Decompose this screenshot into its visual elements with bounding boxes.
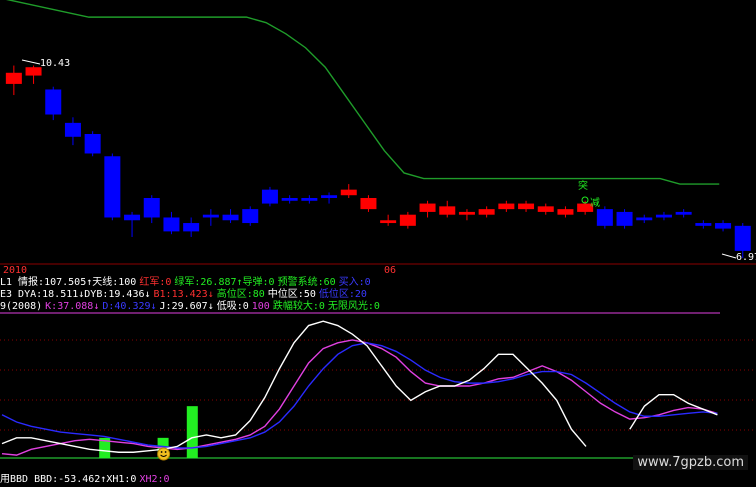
signal-annotation-top: 突 [578, 181, 588, 192]
candle-body [163, 217, 180, 232]
low-price-label: 6.97 [736, 252, 756, 263]
row1-item: 红军:0 [139, 277, 172, 288]
candle-body [675, 211, 692, 215]
date-axis-mid: 06 [384, 265, 397, 276]
low-pointer [721, 253, 737, 259]
candle-body [695, 223, 712, 226]
row1-item: 预警系统:60 [277, 277, 336, 288]
signal-bar [99, 437, 111, 458]
indicator-row-3: 9(2008) K:37.088↓ D:40.329↓ J:29.607↓ 低吸:0 10… [0, 301, 383, 312]
candle-body [636, 217, 653, 221]
bbd-row: 用BBD BBD:-53.462↑XH1:0 XH2:0 [0, 474, 173, 485]
candle-body [498, 203, 515, 210]
signal-annotation-bottom: 减 [590, 198, 600, 209]
candle-body [84, 134, 101, 154]
signal-bar [157, 437, 169, 458]
candle-body [183, 223, 200, 232]
candle-body [478, 209, 495, 215]
candle-body [301, 198, 318, 201]
candle-body [45, 89, 62, 115]
kdj-line-d [1, 342, 718, 449]
candle-body [616, 211, 633, 226]
stock-chart-window: 10.43 6.97 突 减 2010 06 L1 情报:107.505↑天线:… [0, 0, 756, 487]
row2-item: E3 DYA:18.511↓DYB:19.436↓ [0, 289, 151, 300]
candle-body [518, 203, 535, 210]
candle-body [439, 206, 456, 215]
candle-body [557, 209, 574, 215]
row3-item: 9(2008) [0, 301, 43, 312]
candle-body [321, 195, 338, 198]
candle-body [537, 206, 554, 212]
candle-body [458, 211, 475, 215]
candle-body [596, 209, 613, 226]
date-axis-left: 2010 [3, 265, 28, 276]
row2-item: 中位区:50 [267, 289, 316, 300]
row1-item: L1 情报:107.505↑天线:100 [0, 277, 137, 288]
row1-item: 绿军:26.887↑导弹:0 [174, 277, 275, 288]
candle-body [64, 122, 81, 137]
candle-body [242, 209, 259, 224]
row3-item: 低吸:0 [216, 301, 249, 312]
smiley-icon [157, 447, 171, 461]
candle-body [143, 198, 160, 218]
watermark: www.7gpzb.com [633, 455, 748, 470]
candle-body [202, 214, 219, 218]
signal-bar [186, 406, 198, 458]
smiley-eye [164, 451, 167, 453]
row1-item: 买入:0 [338, 277, 371, 288]
candle-body [104, 156, 121, 218]
candle-body [281, 198, 298, 201]
row3-item: 跌幅较大:0 [272, 301, 325, 312]
kdj-line-j [629, 393, 718, 430]
candle-body [399, 214, 416, 226]
kdj-line-j [1, 320, 587, 453]
row3-item: D:40.329↓ [102, 301, 157, 312]
candle-body [419, 203, 436, 212]
bbd-item: XH2:0 [139, 474, 170, 485]
candle-body [380, 220, 397, 224]
row3-item: 100 [251, 301, 270, 312]
bbd-item: 用BBD BBD:-53.462↑XH1:0 [0, 474, 137, 485]
candle-body [124, 214, 141, 221]
candle-body [261, 189, 278, 204]
candle-body [340, 189, 357, 196]
smiley-eye [160, 451, 163, 453]
row2-item: 低位区:20 [318, 289, 367, 300]
indicator-row-2: E3 DYA:18.511↓DYB:19.436↓ B1:13.423↓ 高位区:8… [0, 289, 370, 300]
row2-item: 高位区:80 [216, 289, 265, 300]
high-pointer [21, 59, 41, 65]
row3-item: 无限风光:0 [327, 301, 380, 312]
candle-body [655, 214, 672, 218]
row3-item: K:37.088↓ [45, 301, 100, 312]
indicator-row-1: L1 情报:107.505↑天线:100 红军:0 绿军:26.887↑导弹:0 预警… [0, 277, 374, 288]
candle-body [734, 225, 751, 251]
kdj-line-k [1, 339, 718, 456]
high-price-label: 10.43 [40, 58, 71, 69]
row2-item: B1:13.423↓ [153, 289, 214, 300]
candle-body [5, 72, 22, 84]
candle-body [222, 214, 239, 221]
candlestick-chart[interactable] [0, 0, 756, 270]
smiley-mouth [160, 454, 167, 457]
row3-item: J:29.607↓ [159, 301, 214, 312]
candle-body [715, 223, 732, 229]
candle-body [360, 198, 377, 210]
